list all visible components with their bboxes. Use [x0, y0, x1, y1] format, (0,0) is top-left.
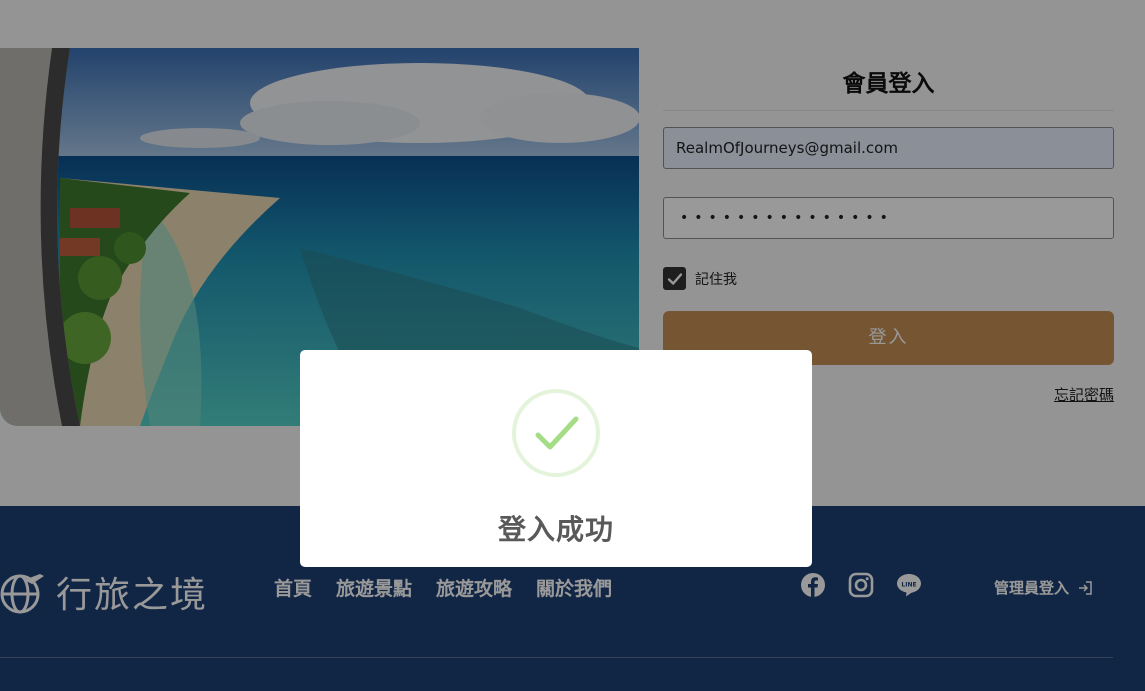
success-check-icon [512, 389, 600, 477]
success-dialog: 登入成功 [300, 350, 812, 567]
modal-backdrop[interactable] [0, 0, 1145, 691]
dialog-title: 登入成功 [497, 513, 614, 546]
